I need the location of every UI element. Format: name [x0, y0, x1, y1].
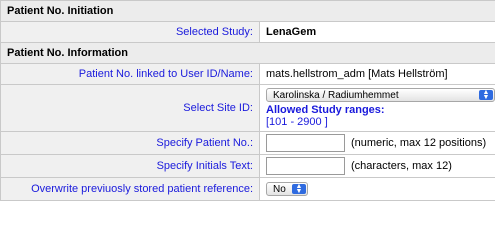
linked-user-value: mats.hellstrom_adm [Mats Hellström]: [259, 63, 495, 85]
form-table: Patient No. Initiation Selected Study: L…: [0, 0, 495, 201]
patient-no-hint: (numeric, max 12 positions): [351, 137, 487, 149]
up-down-arrows-icon: ▲ ▼: [479, 89, 493, 101]
section-header-initiation: Patient No. Initiation: [0, 0, 495, 22]
linked-user-row: Patient No. linked to User ID/Name: mats…: [0, 63, 495, 85]
site-id-row: Select Site ID: Karolinska / Radiumhemme…: [0, 84, 495, 132]
allowed-ranges-value: [101 - 2900 ]: [266, 116, 328, 128]
initials-row: Specify Initials Text: (characters, max …: [0, 154, 495, 178]
site-id-label: Select Site ID:: [0, 84, 260, 132]
site-id-cell: Karolinska / Radiumhemmet ▲ ▼ Allowed Stu…: [259, 84, 495, 132]
allowed-ranges-label: Allowed Study ranges:: [266, 104, 385, 116]
patient-no-row: Specify Patient No.: (numeric, max 12 po…: [0, 131, 495, 155]
initials-cell: (characters, max 12): [259, 154, 495, 178]
section-title: Patient No. Initiation: [0, 0, 495, 22]
up-down-arrows-icon: ▲ ▼: [292, 183, 306, 195]
selected-study-label: Selected Study:: [0, 21, 260, 43]
selected-study-value: LenaGem: [259, 21, 495, 43]
section-header-information: Patient No. Information: [0, 42, 495, 64]
patient-number-form: Patient No. Initiation Selected Study: L…: [0, 0, 495, 245]
overwrite-label: Overwrite previuosly stored patient refe…: [0, 177, 260, 201]
selected-study-row: Selected Study: LenaGem: [0, 21, 495, 43]
overwrite-select[interactable]: No ▲ ▼: [266, 182, 308, 196]
overwrite-select-value: No: [273, 184, 286, 195]
overwrite-cell: No ▲ ▼: [259, 177, 495, 201]
linked-user-label: Patient No. linked to User ID/Name:: [0, 63, 260, 85]
initials-input[interactable]: [266, 157, 345, 175]
patient-no-cell: (numeric, max 12 positions): [259, 131, 495, 155]
initials-hint: (characters, max 12): [351, 160, 452, 172]
patient-no-label: Specify Patient No.:: [0, 131, 260, 155]
initials-label: Specify Initials Text:: [0, 154, 260, 178]
section-title: Patient No. Information: [0, 42, 495, 64]
site-select[interactable]: Karolinska / Radiumhemmet ▲ ▼: [266, 88, 495, 102]
patient-no-input[interactable]: [266, 134, 345, 152]
overwrite-row: Overwrite previuosly stored patient refe…: [0, 177, 495, 201]
site-select-value: Karolinska / Radiumhemmet: [273, 90, 399, 101]
